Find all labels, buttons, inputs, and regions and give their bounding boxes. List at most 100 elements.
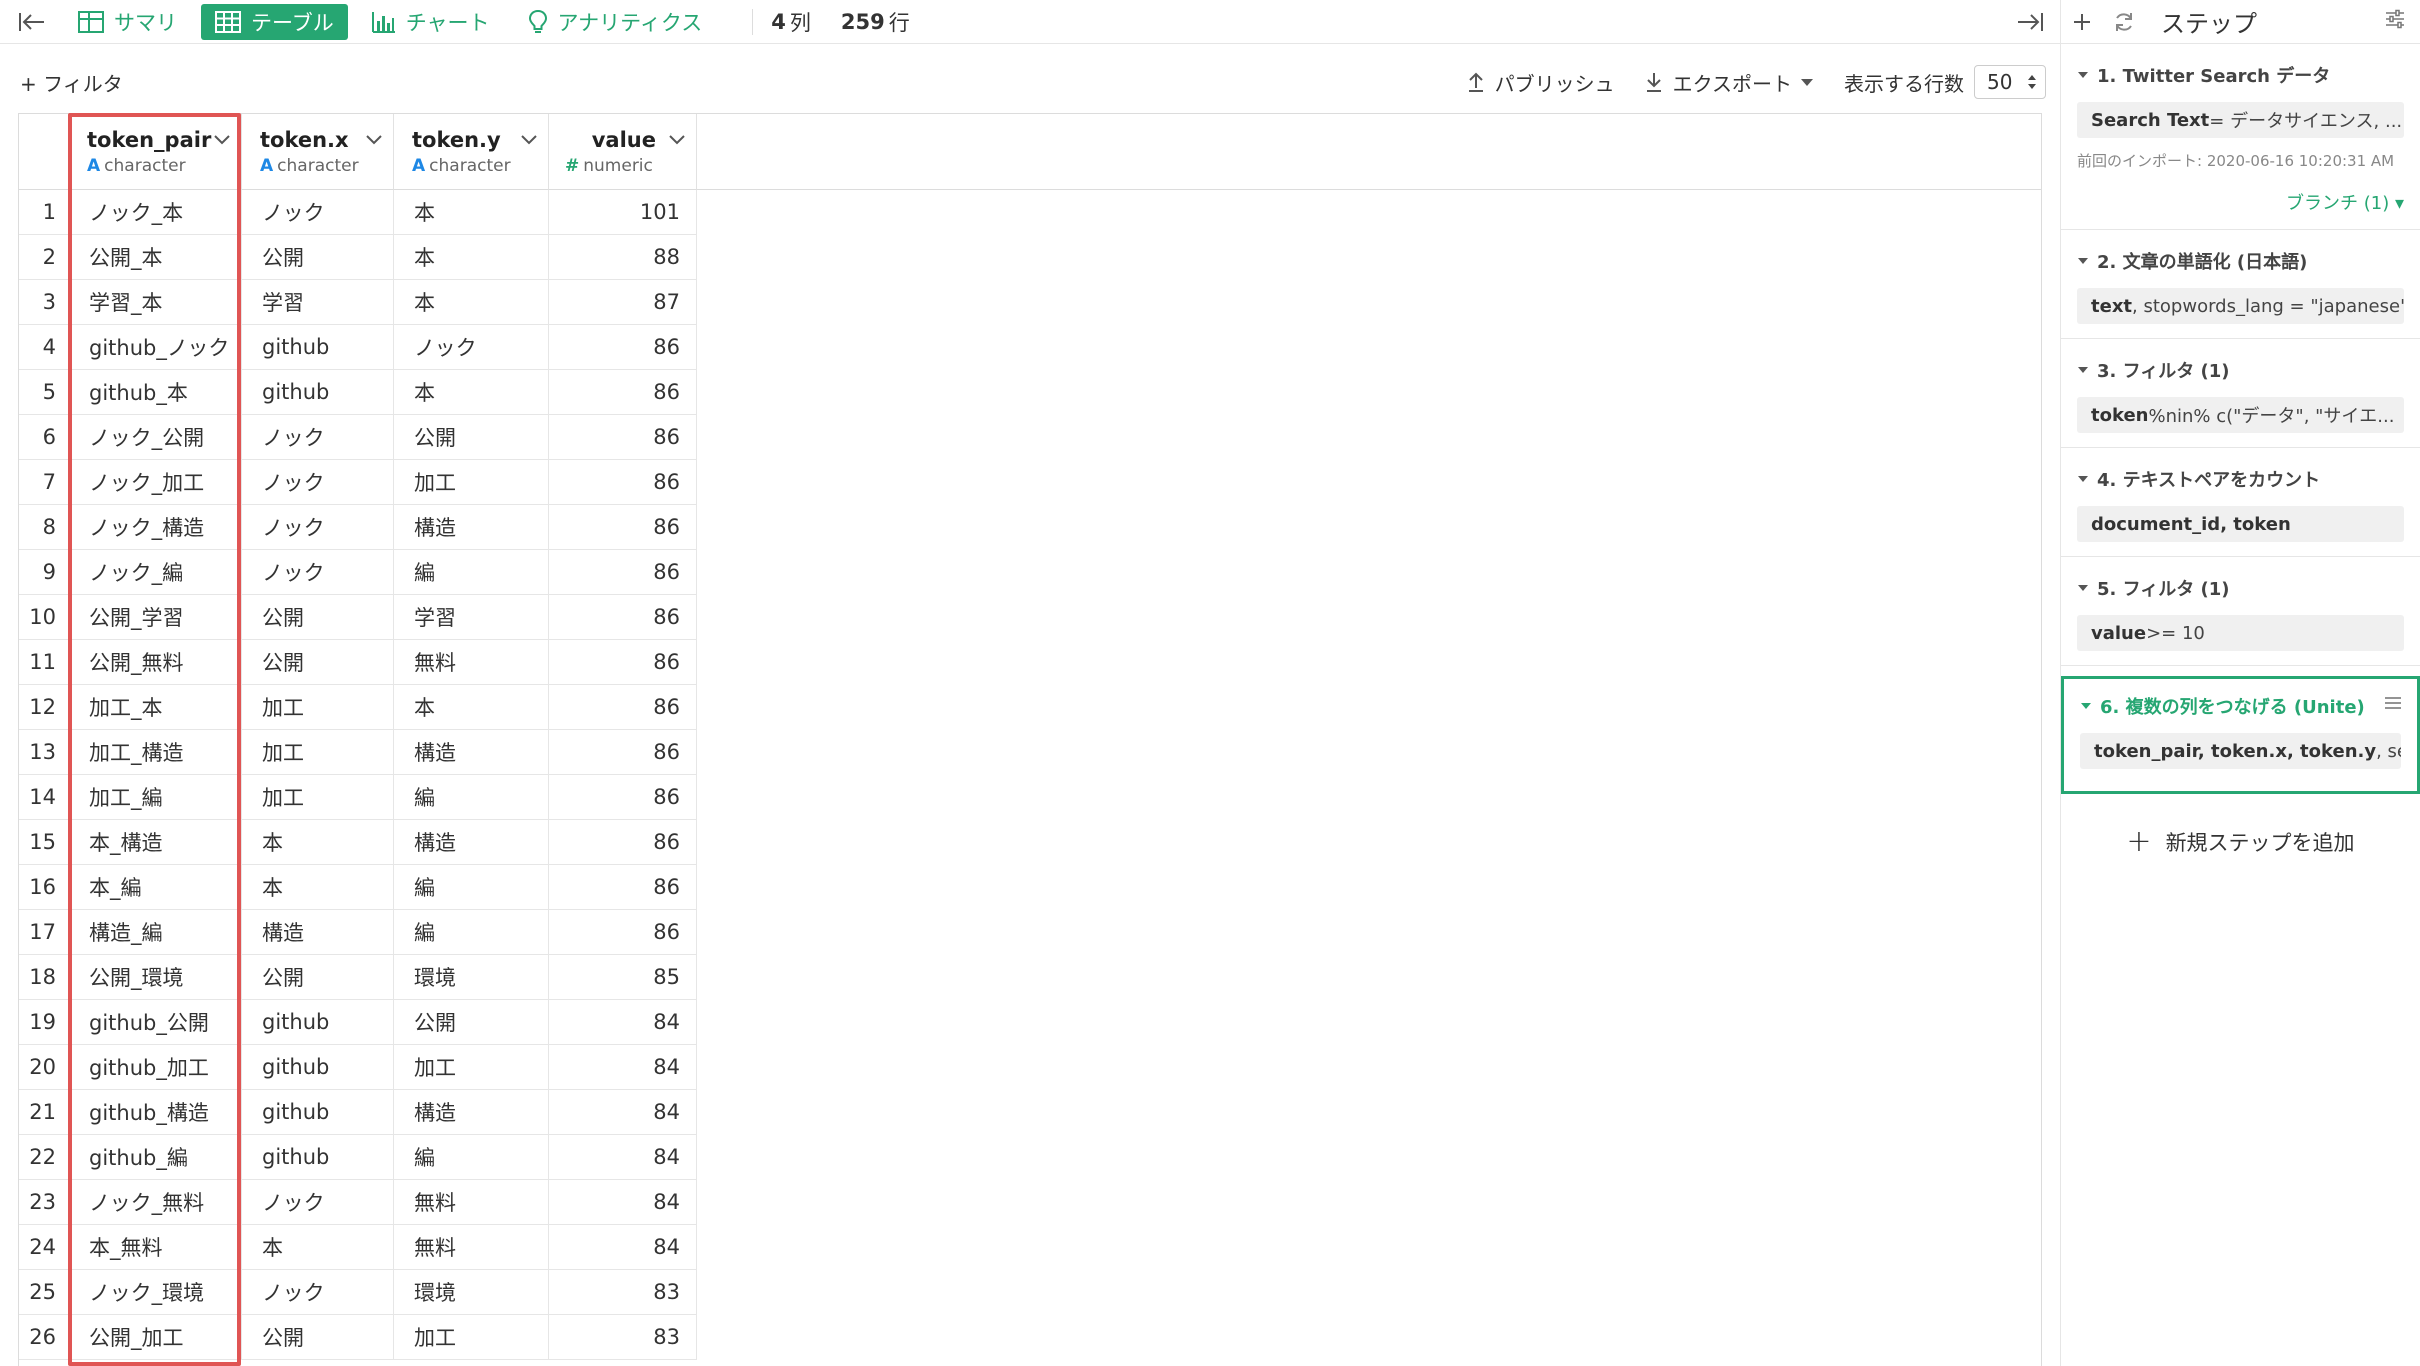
collapse-right-button[interactable] bbox=[2000, 0, 2060, 44]
cell-token-x[interactable]: 公開 bbox=[242, 955, 394, 1000]
add-new-step-button[interactable]: + 新規ステップを追加 bbox=[2061, 824, 2420, 859]
branch-link[interactable]: ブランチ (1) ▾ bbox=[2077, 189, 2404, 215]
cell-token-pair[interactable]: ノック_公開 bbox=[69, 415, 242, 460]
step-summary[interactable]: document_id, token bbox=[2077, 506, 2404, 542]
cell-token-pair[interactable]: 公開_環境 bbox=[69, 955, 242, 1000]
cell-token-x[interactable]: 加工 bbox=[242, 730, 394, 775]
cell-token-pair[interactable]: 構造_編 bbox=[69, 910, 242, 955]
step-item[interactable]: 3. フィルタ (1) token %nin% c("データ", "サイエ... bbox=[2061, 339, 2420, 448]
cell-token-x[interactable]: 公開 bbox=[242, 235, 394, 280]
cell-token-x[interactable]: 加工 bbox=[242, 685, 394, 730]
step-item[interactable]: 2. 文章の単語化 (日本語) text, stopwords_lang = "… bbox=[2061, 230, 2420, 339]
cell-token-y[interactable]: 編 bbox=[394, 1135, 549, 1180]
step-summary[interactable]: Search Text = データサイエンス, ... bbox=[2077, 102, 2404, 138]
cell-value[interactable]: 87 bbox=[549, 280, 697, 325]
cell-token-x[interactable]: github bbox=[242, 370, 394, 415]
cell-token-y[interactable]: 本 bbox=[394, 190, 549, 235]
cell-token-pair[interactable]: 本_構造 bbox=[69, 820, 242, 865]
cell-token-y[interactable]: 環境 bbox=[394, 1270, 549, 1315]
cell-token-x[interactable]: github bbox=[242, 325, 394, 370]
step-title[interactable]: 3. フィルタ (1) bbox=[2077, 357, 2404, 383]
cell-value[interactable]: 84 bbox=[549, 1135, 697, 1180]
cell-value[interactable]: 86 bbox=[549, 730, 697, 775]
cell-token-y[interactable]: 公開 bbox=[394, 415, 549, 460]
cell-value[interactable]: 101 bbox=[549, 190, 697, 235]
step-title[interactable]: 2. 文章の単語化 (日本語) bbox=[2077, 248, 2404, 274]
cell-value[interactable]: 83 bbox=[549, 1270, 697, 1315]
cell-value[interactable]: 86 bbox=[549, 640, 697, 685]
cell-value[interactable]: 86 bbox=[549, 460, 697, 505]
cell-token-y[interactable]: 編 bbox=[394, 865, 549, 910]
column-header-token-pair[interactable]: token_pair Acharacter bbox=[69, 114, 242, 190]
cell-value[interactable]: 88 bbox=[549, 235, 697, 280]
cell-token-x[interactable]: github bbox=[242, 1135, 394, 1180]
cell-value[interactable]: 86 bbox=[549, 505, 697, 550]
cell-token-pair[interactable]: 公開_加工 bbox=[69, 1315, 242, 1360]
cell-token-pair[interactable]: 本_編 bbox=[69, 865, 242, 910]
cell-token-x[interactable]: github bbox=[242, 1090, 394, 1135]
cell-token-y[interactable]: 学習 bbox=[394, 595, 549, 640]
cell-token-y[interactable]: ノック bbox=[394, 325, 549, 370]
cell-token-pair[interactable]: 本_無料 bbox=[69, 1225, 242, 1270]
steps-settings-button[interactable] bbox=[2384, 9, 2406, 34]
column-header-token-y[interactable]: token.y Acharacter bbox=[394, 114, 549, 190]
cell-token-pair[interactable]: github_構造 bbox=[69, 1090, 242, 1135]
cell-token-pair[interactable]: github_編 bbox=[69, 1135, 242, 1180]
cell-token-pair[interactable]: 公開_本 bbox=[69, 235, 242, 280]
step-title[interactable]: 6. 複数の列をつなげる (Unite) bbox=[2080, 693, 2401, 719]
cell-value[interactable]: 86 bbox=[549, 775, 697, 820]
cell-token-pair[interactable]: github_ノック bbox=[69, 325, 242, 370]
cell-token-x[interactable]: 本 bbox=[242, 1225, 394, 1270]
step-summary[interactable]: text, stopwords_lang = "japanese" bbox=[2077, 288, 2404, 324]
cell-token-pair[interactable]: ノック_編 bbox=[69, 550, 242, 595]
cell-token-y[interactable]: 編 bbox=[394, 775, 549, 820]
cell-token-y[interactable]: 加工 bbox=[394, 1315, 549, 1360]
cell-value[interactable]: 84 bbox=[549, 1180, 697, 1225]
cell-token-x[interactable]: 本 bbox=[242, 820, 394, 865]
cell-token-x[interactable]: ノック bbox=[242, 550, 394, 595]
cell-token-pair[interactable]: 学習_本 bbox=[69, 280, 242, 325]
cell-token-pair[interactable]: ノック_構造 bbox=[69, 505, 242, 550]
add-step-plus-button[interactable] bbox=[2061, 12, 2103, 32]
cell-value[interactable]: 83 bbox=[549, 1315, 697, 1360]
cell-token-x[interactable]: 公開 bbox=[242, 595, 394, 640]
publish-button[interactable]: パブリッシュ bbox=[1467, 68, 1615, 97]
cell-value[interactable]: 86 bbox=[549, 820, 697, 865]
chevron-down-icon[interactable] bbox=[520, 134, 538, 146]
tab-chart[interactable]: チャート bbox=[358, 4, 504, 40]
cell-value[interactable]: 86 bbox=[549, 325, 697, 370]
tab-table[interactable]: テーブル bbox=[201, 3, 348, 40]
cell-token-y[interactable]: 公開 bbox=[394, 1000, 549, 1045]
tab-summary[interactable]: サマリ bbox=[64, 4, 191, 40]
cell-value[interactable]: 85 bbox=[549, 955, 697, 1000]
cell-token-pair[interactable]: 公開_無料 bbox=[69, 640, 242, 685]
cell-token-x[interactable]: 公開 bbox=[242, 640, 394, 685]
column-header-token-x[interactable]: token.x Acharacter bbox=[242, 114, 394, 190]
column-header-value[interactable]: value # numeric bbox=[549, 114, 697, 190]
cell-token-y[interactable]: 編 bbox=[394, 910, 549, 955]
refresh-button[interactable] bbox=[2103, 11, 2145, 33]
cell-token-y[interactable]: 本 bbox=[394, 370, 549, 415]
cell-token-y[interactable]: 構造 bbox=[394, 1090, 549, 1135]
step-title[interactable]: 5. フィルタ (1) bbox=[2077, 575, 2404, 601]
cell-token-x[interactable]: github bbox=[242, 1000, 394, 1045]
step-summary[interactable]: value >= 10 bbox=[2077, 615, 2404, 651]
cell-token-y[interactable]: 構造 bbox=[394, 730, 549, 775]
chevron-down-icon[interactable] bbox=[365, 134, 383, 146]
cell-token-pair[interactable]: 加工_編 bbox=[69, 775, 242, 820]
cell-token-pair[interactable]: ノック_本 bbox=[69, 190, 242, 235]
cell-value[interactable]: 86 bbox=[549, 685, 697, 730]
cell-token-y[interactable]: 加工 bbox=[394, 460, 549, 505]
cell-value[interactable]: 84 bbox=[549, 1000, 697, 1045]
cell-value[interactable]: 84 bbox=[549, 1090, 697, 1135]
cell-token-y[interactable]: 無料 bbox=[394, 640, 549, 685]
collapse-left-button[interactable] bbox=[0, 0, 64, 44]
rows-per-page-select[interactable]: 50 bbox=[1974, 65, 2046, 99]
tab-analytics[interactable]: アナリティクス bbox=[514, 4, 717, 40]
cell-token-y[interactable]: 構造 bbox=[394, 820, 549, 865]
cell-value[interactable]: 86 bbox=[549, 595, 697, 640]
cell-token-y[interactable]: 本 bbox=[394, 685, 549, 730]
cell-token-y[interactable]: 構造 bbox=[394, 505, 549, 550]
step-item[interactable]: 5. フィルタ (1) value >= 10 bbox=[2061, 557, 2420, 666]
cell-token-pair[interactable]: 加工_本 bbox=[69, 685, 242, 730]
